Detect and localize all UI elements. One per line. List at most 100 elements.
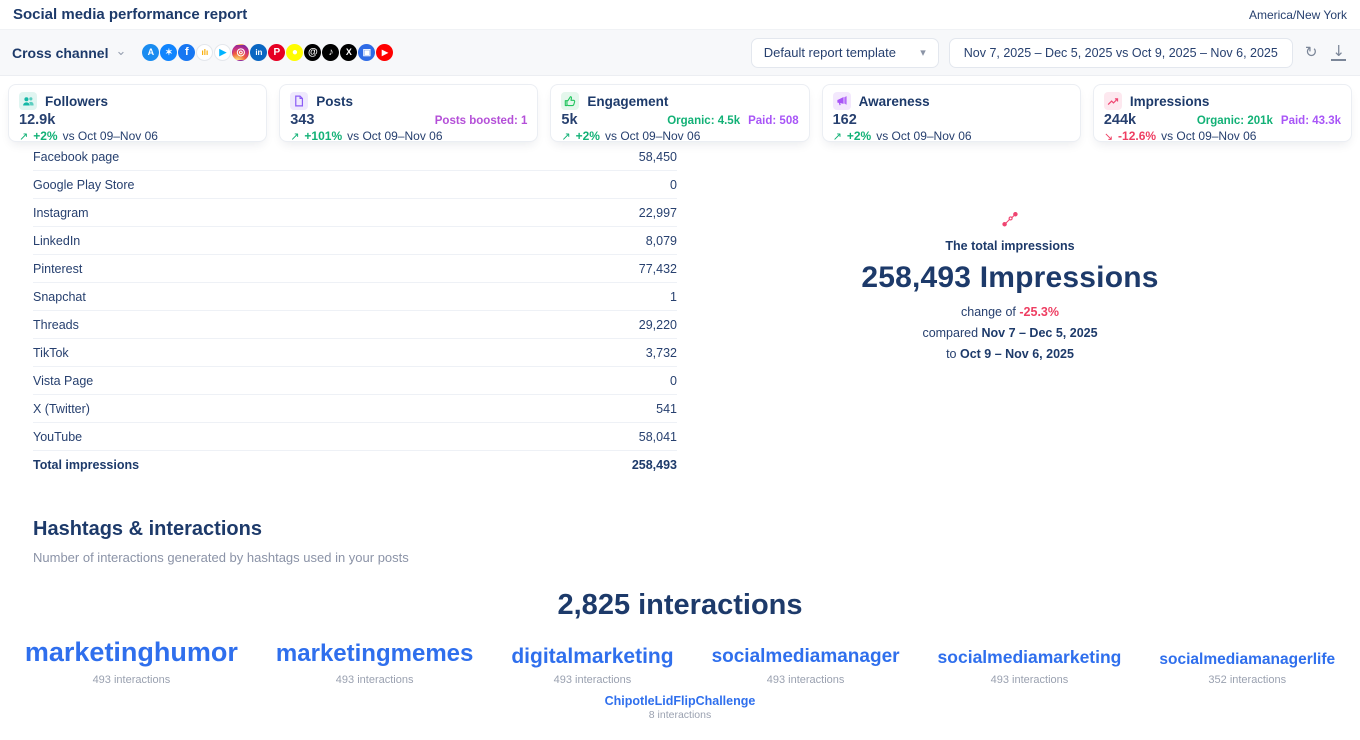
channel-glyph: ✶ (165, 48, 173, 57)
channel-icon[interactable]: in (250, 44, 267, 61)
trend-up-icon: ↗ (290, 130, 299, 143)
hashtag-item: socialmediamarketing 493 interactions (938, 648, 1122, 685)
summary-change-line: change of -25.3% (810, 305, 1210, 319)
summary-period-previous: Oct 9 – Nov 6, 2025 (960, 347, 1074, 361)
hashtag-count: 493 interactions (276, 674, 473, 686)
channel-selector[interactable]: Cross channel ⌄ (12, 45, 126, 61)
summary-to-line: to Oct 9 – Nov 6, 2025 (810, 347, 1210, 361)
hashtag-item: socialmediamanager 493 interactions (712, 647, 900, 686)
download-icon[interactable]: ↓ (1329, 42, 1348, 63)
compare-period: vs Oct 09–Nov 06 (876, 129, 971, 143)
card-title: Awareness (859, 94, 930, 109)
channel-glyph: ılı (202, 49, 209, 57)
summary-compared-line: compared Nov 7 – Dec 5, 2025 (810, 326, 1210, 340)
card-value: 12.9k (19, 112, 55, 128)
channel-icon[interactable]: ✶ (160, 44, 177, 61)
channel-icon[interactable]: ● (286, 44, 303, 61)
report-toolbar: Cross channel ⌄ A ✶ f (0, 30, 1360, 76)
summary-period-current: Nov 7 – Dec 5, 2025 (982, 326, 1098, 340)
channel-impressions: 0 (670, 178, 677, 192)
report-template-select[interactable]: Default report template ▾ (751, 38, 939, 68)
scatter-trend-icon (1002, 212, 1018, 232)
card-title: Engagement (587, 94, 668, 109)
channel-icon[interactable]: ▣ (358, 44, 375, 61)
table-total-row: Total impressions 258,493 (33, 451, 677, 479)
channel-name: Facebook page (33, 150, 119, 164)
hashtag-count: 8 interactions (0, 709, 1360, 721)
trend-down-icon: ↘ (1104, 130, 1113, 143)
organic-value: Organic: 201k (1197, 115, 1273, 127)
posts-boosted-label: Posts boosted: 1 (435, 115, 528, 127)
compare-period: vs Oct 09–Nov 06 (1161, 129, 1256, 143)
table-row: Instagram 22,997 (33, 199, 677, 227)
card-title: Followers (45, 94, 108, 109)
change-percent: -12.6% (1118, 129, 1156, 143)
channel-selector-label: Cross channel (12, 45, 108, 61)
report-page: Social media performance report America/… (0, 0, 1360, 740)
paid-value: Paid: 508 (748, 115, 799, 127)
timezone-label: America/New York (1249, 8, 1347, 22)
channel-icon-row: A ✶ f ılı ▶ (142, 44, 393, 61)
channel-glyph: ▣ (363, 48, 372, 57)
channel-glyph: @ (308, 48, 318, 58)
refresh-icon[interactable]: ↻ (1303, 43, 1320, 62)
chevron-down-icon: ⌄ (115, 43, 126, 59)
card-value: 244k (1104, 112, 1136, 128)
table-row: LinkedIn 8,079 (33, 227, 677, 255)
channel-icon[interactable]: ♪ (322, 44, 339, 61)
channel-glyph: X (346, 48, 352, 57)
channel-icon[interactable]: @ (304, 44, 321, 61)
channel-icon[interactable]: ▶ (376, 44, 393, 61)
total-label: Total impressions (33, 458, 139, 472)
channel-icon[interactable]: A (142, 44, 159, 61)
hashtag-label[interactable]: socialmediamarketing (938, 648, 1122, 667)
awareness-card: Awareness 162 ↗ +2% vs Oct 09–Nov 06 (822, 84, 1081, 142)
hashtag-item: marketingmemes 493 interactions (276, 641, 473, 685)
channel-impressions: 0 (670, 374, 677, 388)
channel-impressions: 3,732 (646, 346, 677, 360)
table-row: Vista Page 0 (33, 367, 677, 395)
posts-icon (290, 92, 308, 110)
impressions-table: Facebook page 58,450 Google Play Store 0… (33, 143, 677, 479)
channel-glyph: P (274, 48, 281, 58)
hashtag-label[interactable]: digitalmarketing (511, 645, 673, 668)
summary-headline: 258,493 Impressions (810, 261, 1210, 295)
table-row: Threads 29,220 (33, 311, 677, 339)
hashtag-count: 493 interactions (25, 674, 238, 686)
compare-period: vs Oct 09–Nov 06 (63, 129, 158, 143)
channel-impressions: 29,220 (639, 318, 677, 332)
hashtag-count: 493 interactions (511, 674, 673, 686)
channel-icon[interactable]: X (340, 44, 357, 61)
hashtag-item: marketinghumor 493 interactions (25, 638, 238, 686)
channel-icon[interactable]: P (268, 44, 285, 61)
channel-name: Snapchat (33, 290, 86, 304)
channel-impressions: 541 (656, 402, 677, 416)
hashtag-label[interactable]: marketinghumor (25, 638, 238, 668)
hashtag-label[interactable]: ChipotleLidFlipChallenge (0, 695, 1360, 709)
channel-icon[interactable]: ◎ (232, 44, 249, 61)
change-percent: +2% (847, 129, 871, 143)
hashtags-subtitle: Number of interactions generated by hash… (33, 550, 1360, 565)
change-percent: +2% (576, 129, 600, 143)
compare-period: vs Oct 09–Nov 06 (347, 129, 442, 143)
channel-icon[interactable]: f (178, 44, 195, 61)
top-header: Social media performance report America/… (0, 0, 1360, 30)
channel-icon[interactable]: ▶ (214, 44, 231, 61)
channel-impressions: 58,450 (639, 150, 677, 164)
kpi-cards-row: Followers 12.9k ↗ +2% vs Oct 09–Nov 06 P… (0, 84, 1360, 142)
channel-icon[interactable]: ılı (196, 44, 213, 61)
impressions-summary: The total impressions 258,493 Impression… (810, 212, 1210, 361)
change-percent: +2% (33, 129, 57, 143)
hashtag-label[interactable]: socialmediamanager (712, 647, 900, 668)
page-title: Social media performance report (13, 6, 247, 23)
channel-impressions: 1 (670, 290, 677, 304)
hashtags-section: Hashtags & interactions Number of intera… (0, 518, 1360, 721)
table-row: Pinterest 77,432 (33, 255, 677, 283)
date-range-picker[interactable]: Nov 7, 2025 – Dec 5, 2025 vs Oct 9, 2025… (949, 38, 1293, 68)
hashtag-label[interactable]: socialmediamanagerlife (1159, 651, 1335, 668)
card-title: Impressions (1130, 94, 1210, 109)
trend-up-icon: ↗ (561, 130, 570, 143)
hashtag-label[interactable]: marketingmemes (276, 641, 473, 667)
change-percent: +101% (304, 129, 342, 143)
summary-label: The total impressions (810, 239, 1210, 253)
